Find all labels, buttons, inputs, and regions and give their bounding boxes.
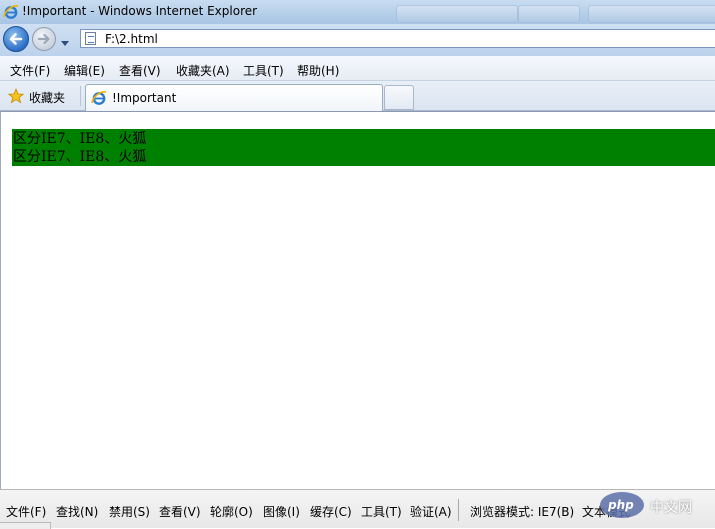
address-bar[interactable]: F:\2.html xyxy=(80,29,715,48)
watermark-brand: php xyxy=(608,498,634,512)
background-window-tab xyxy=(396,5,518,23)
dev-menu-images[interactable]: 图像(I) xyxy=(263,503,300,520)
window-title: !Important - Windows Internet Explorer xyxy=(22,4,258,18)
dev-menu-disable[interactable]: 禁用(S) xyxy=(109,503,150,520)
forward-button[interactable] xyxy=(32,27,56,51)
content-text-line: 区分IE7、IE8、火狐 xyxy=(13,131,147,147)
ie-logo-icon xyxy=(91,90,107,110)
menu-view[interactable]: 查看(V) xyxy=(119,62,161,79)
menu-tools[interactable]: 工具(T) xyxy=(243,62,284,79)
menu-edit[interactable]: 编辑(E) xyxy=(64,62,105,79)
ie-logo-icon xyxy=(3,4,19,24)
title-bar: !Important - Windows Internet Explorer xyxy=(0,0,715,24)
content-text-line: 区分IE7、IE8、火狐 xyxy=(13,149,147,165)
back-button[interactable] xyxy=(3,26,29,52)
dev-menu-outline[interactable]: 轮廓(O) xyxy=(210,503,253,520)
star-icon xyxy=(7,87,25,108)
background-window-tab xyxy=(518,5,580,23)
green-styled-block: 区分IE7、IE8、火狐 区分IE7、IE8、火狐 xyxy=(12,129,715,166)
navigation-bar: F:\2.html xyxy=(0,24,715,56)
menu-favorites[interactable]: 收藏夹(A) xyxy=(176,62,230,79)
watermark-suffix: 中文网 xyxy=(650,500,692,516)
dropdown-arrow-icon[interactable] xyxy=(60,33,70,52)
dev-menu-find[interactable]: 查找(N) xyxy=(56,503,98,520)
favorites-label: 收藏夹 xyxy=(29,91,66,105)
page-content: 区分IE7、IE8、火狐 区分IE7、IE8、火狐 xyxy=(0,111,715,489)
dev-menu-file[interactable]: 文件(F) xyxy=(6,503,46,520)
dev-menu-cache[interactable]: 缓存(C) xyxy=(310,503,352,520)
tab-important[interactable]: !Important xyxy=(85,84,383,111)
menu-file[interactable]: 文件(F) xyxy=(10,62,50,79)
dev-menu-validate[interactable]: 验证(A) xyxy=(410,503,452,520)
toolbar-divider xyxy=(80,86,81,106)
menu-help[interactable]: 帮助(H) xyxy=(297,62,339,79)
toolbar-divider xyxy=(458,499,459,521)
browser-mode-dropdown[interactable]: 浏览器模式: IE7(B) xyxy=(470,503,574,520)
new-tab-button[interactable] xyxy=(384,85,414,110)
background-window-tab xyxy=(588,5,715,23)
tab-bar: 收藏夹 !Important xyxy=(0,81,715,111)
dev-menu-view[interactable]: 查看(V) xyxy=(159,503,201,520)
back-arrow-icon xyxy=(9,33,23,45)
url-text[interactable]: F:\2.html xyxy=(105,32,158,46)
forward-arrow-icon xyxy=(37,33,50,45)
tab-label: !Important xyxy=(112,91,177,105)
site-watermark: php 中文网 xyxy=(600,492,715,520)
dev-menu-tools[interactable]: 工具(T) xyxy=(361,503,402,520)
page-icon xyxy=(85,32,96,45)
menu-bar: 文件(F) 编辑(E) 查看(V) 收藏夹(A) 工具(T) 帮助(H) xyxy=(0,56,715,81)
